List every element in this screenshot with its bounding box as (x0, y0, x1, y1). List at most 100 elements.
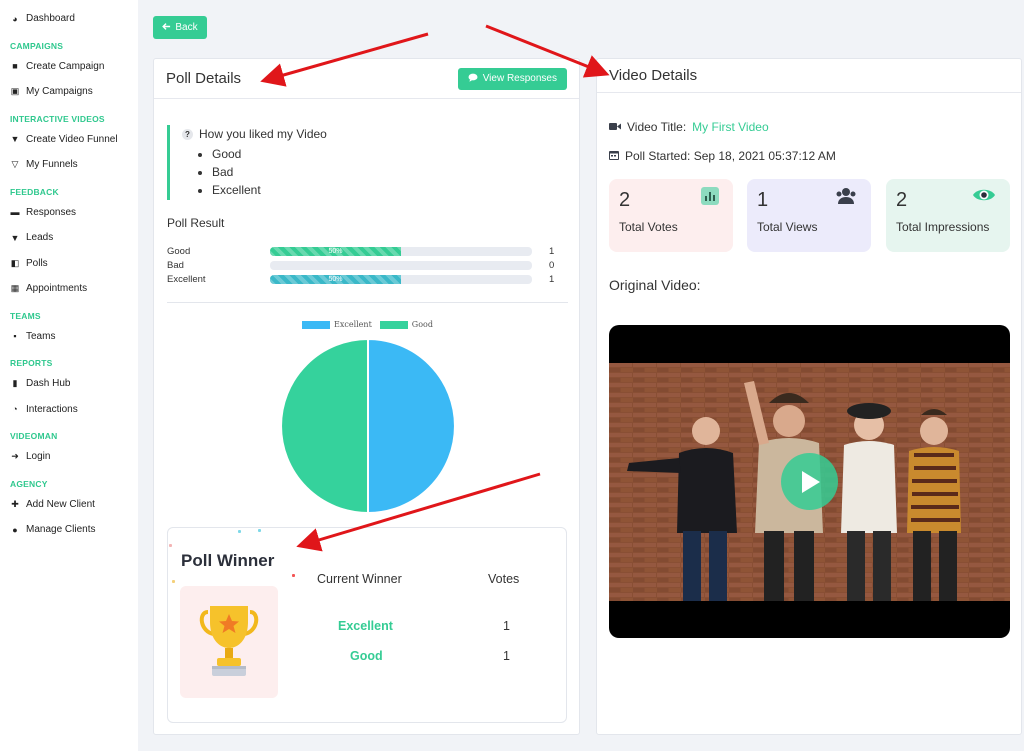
back-button[interactable]: Back (153, 16, 207, 39)
result-row-good: Good 50% 1 (167, 244, 559, 258)
add-user-icon: ✚ (11, 498, 19, 509)
sidebar-item-create-video-funnel[interactable]: ▼ Create Video Funnel (0, 127, 138, 153)
confetti (172, 580, 175, 583)
chat-icon: ▬ (10, 207, 20, 218)
sidebar-section-heading: TEAMS (10, 310, 41, 321)
play-button[interactable] (781, 453, 838, 510)
sidebar-item-label: Dash Hub (26, 378, 71, 390)
sidebar-item-label: Create Video Funnel (26, 133, 118, 145)
sidebar-item-label: Polls (26, 257, 48, 269)
video-player[interactable] (609, 325, 1010, 638)
chat-bubble-icon (468, 73, 478, 85)
calendar-icon (609, 149, 619, 163)
sidebar-item-dashboard[interactable]: ◕ Dashboard (0, 6, 138, 32)
arrow-left-icon (162, 22, 171, 34)
calendar-icon: ▦ (10, 283, 20, 294)
result-row-bad: Bad 0 (167, 258, 559, 272)
dashboard-icon: ◕ (12, 13, 18, 24)
sidebar-item-label: Create Campaign (26, 60, 105, 72)
pie-slice-excellent[interactable] (367, 338, 456, 514)
poll-question: ? How you liked my Video Good Bad Excell… (167, 125, 467, 200)
winner-votes: 1 (503, 619, 510, 633)
video-card-header: Video Details (597, 59, 1021, 93)
sidebar-item-manage-clients[interactable]: ● Manage Clients (0, 517, 138, 543)
trophy-icon (199, 606, 259, 676)
sidebar-item-interactions[interactable]: ◔ Interactions (0, 397, 138, 423)
funnel-icon: ▼ (10, 134, 20, 145)
result-bar: 50% (270, 246, 532, 256)
result-bar: 50% (270, 274, 532, 284)
poll-result-title: Poll Result (167, 216, 225, 230)
result-count: 0 (549, 259, 555, 271)
result-bar (270, 260, 532, 270)
video-title-label: Video Title: (627, 120, 687, 134)
confetti (169, 544, 172, 547)
video-title-link[interactable]: My First Video (692, 120, 768, 134)
eye-icon (972, 187, 996, 208)
pie-icon: ◔ (12, 404, 18, 415)
poll-option: Excellent (212, 181, 467, 199)
winner-votes: 1 (503, 649, 510, 663)
sidebar-item-dash-hub[interactable]: ▮ Dash Hub (0, 371, 138, 397)
legend-item-excellent[interactable]: Excellent (302, 320, 372, 329)
poll-option: Bad (212, 163, 467, 181)
sidebar-item-appointments[interactable]: ▦ Appointments (0, 276, 138, 302)
legend-swatch (379, 321, 408, 329)
sidebar-section-heading: CAMPAIGNS (10, 40, 64, 51)
poll-card-header: Poll Details View Responses (154, 59, 579, 99)
original-video-label: Original Video: (609, 277, 701, 293)
login-icon: ➜ (11, 451, 19, 462)
poll-options: Good Bad Excellent (182, 145, 467, 199)
sidebar-item-label: Responses (26, 206, 77, 218)
votes-header: Votes (488, 572, 520, 586)
view-responses-label: View Responses (482, 73, 557, 84)
result-label: Bad (167, 259, 184, 271)
sidebar-item-responses[interactable]: ▬ Responses (0, 200, 138, 226)
user-icon: ● (12, 524, 18, 535)
question-mark-icon: ? (182, 128, 193, 140)
legend-item-good[interactable]: Good (379, 320, 433, 329)
poll-started-line: Poll Started: Sep 18, 2021 05:37:12 AM (609, 149, 836, 163)
legend-label: Excellent (334, 320, 372, 329)
images-icon: ▣ (10, 86, 20, 97)
sidebar-item-polls[interactable]: ◧ Polls (0, 251, 138, 277)
stat-label: Total Impressions (896, 220, 990, 234)
question-text: How you liked my Video (199, 127, 327, 141)
result-row-excellent: Excellent 50% 1 (167, 272, 559, 286)
bar-chart-icon: ▮ (12, 378, 18, 389)
sidebar-item-my-funnels[interactable]: ▽ My Funnels (0, 152, 138, 178)
legend-label: Good (411, 320, 433, 329)
view-responses-button[interactable]: View Responses (457, 67, 567, 90)
divider (167, 302, 568, 303)
campaign-icon: ■ (12, 61, 18, 72)
sidebar-item-label: Appointments (26, 283, 88, 295)
pie-slice-good[interactable] (280, 338, 369, 514)
sidebar-item-label: My Funnels (26, 159, 78, 171)
winner-name: Excellent (338, 619, 393, 633)
sidebar-item-create-campaign[interactable]: ■ Create Campaign (0, 54, 138, 80)
poll-details-card: Poll Details View Responses ? How you li… (153, 58, 580, 735)
sidebar-item-leads[interactable]: ▼ Leads (0, 225, 138, 251)
result-bar-fill: 50% (270, 274, 401, 284)
sidebar-item-login[interactable]: ➜ Login (0, 444, 138, 470)
result-label: Excellent (167, 273, 206, 285)
poll-winner-title: Poll Winner (181, 551, 275, 570)
play-icon (801, 470, 820, 493)
confetti (258, 529, 261, 532)
sidebar-item-label: Interactions (26, 403, 78, 415)
legend-swatch (302, 321, 330, 329)
sidebar-item-label: Teams (26, 330, 56, 342)
sidebar-item-my-campaigns[interactable]: ▣ My Campaigns (0, 79, 138, 105)
confetti (292, 574, 295, 577)
result-count: 1 (549, 245, 555, 257)
sidebar-item-teams[interactable]: ▪ Teams (0, 324, 138, 350)
sidebar-item-add-new-client[interactable]: ✚ Add New Client (0, 492, 138, 518)
sidebar-section-heading: VIDEOMAN (10, 431, 58, 441)
sidebar-section-heading: REPORTS (10, 358, 53, 368)
sidebar-item-label: Manage Clients (26, 524, 96, 536)
funnel-outline-icon: ▽ (11, 159, 19, 170)
team-icon: ▪ (13, 331, 17, 342)
stat-label: Total Votes (619, 220, 678, 234)
poll-details-title: Poll Details (166, 70, 242, 87)
stat-card-total-views: 1 Total Views (747, 179, 871, 252)
